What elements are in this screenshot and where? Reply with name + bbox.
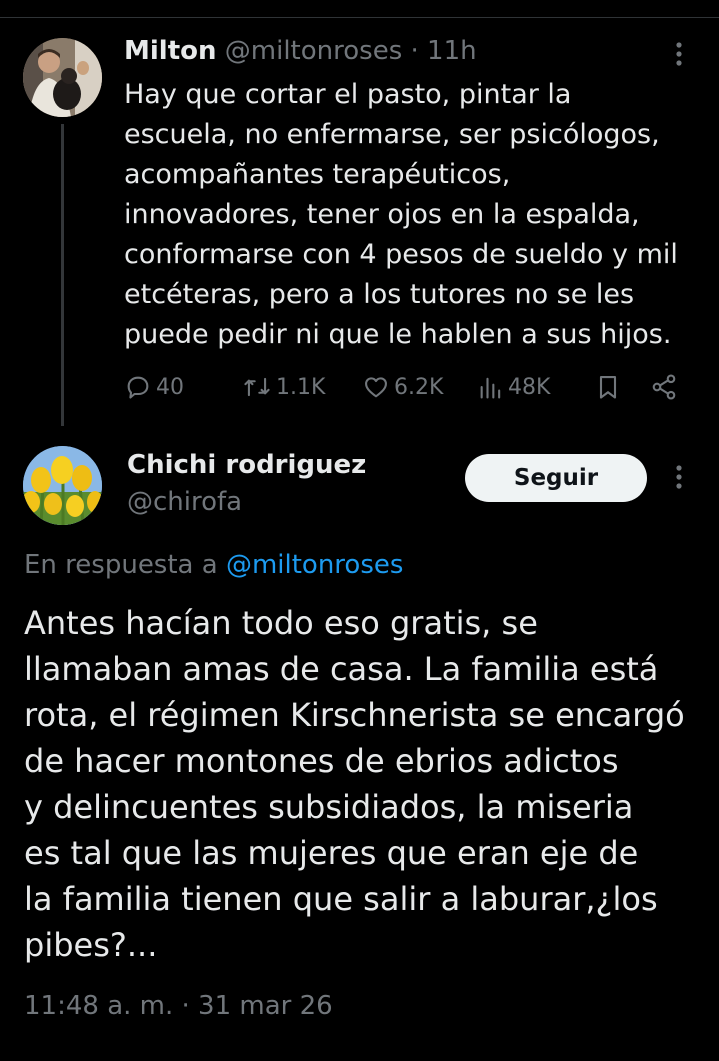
repost-arrows-icon — [244, 377, 270, 397]
views-button[interactable]: 48K — [478, 367, 550, 407]
like-count: 6.2K — [394, 374, 444, 400]
bar-chart-icon — [480, 377, 501, 399]
display-name[interactable]: Milton — [124, 36, 217, 66]
display-name[interactable]: Chichi rodriguez — [127, 448, 366, 482]
reply-prefix: En respuesta a — [24, 550, 218, 580]
reply-mention-link[interactable]: @miltonroses — [226, 550, 403, 580]
tweet-text: Hay que cortar el pasto, pintar la escue… — [124, 79, 678, 350]
share-button[interactable] — [650, 367, 678, 407]
avatar-photo — [23, 38, 102, 117]
tweet-timestamp[interactable]: 11:48 a. m. · 31 mar 26 — [24, 986, 333, 1026]
reply-count: 40 — [156, 374, 184, 400]
views-count: 48K — [508, 374, 551, 400]
avatar[interactable] — [23, 38, 102, 117]
tweet-header: Milton @miltonroses · 11h — [124, 34, 477, 68]
avatar-photo — [23, 446, 102, 525]
repost-count: 1.1K — [276, 374, 326, 400]
more-options-button[interactable] — [668, 40, 690, 70]
repost-button[interactable]: 1.1K — [242, 367, 325, 407]
bookmark-icon — [599, 376, 617, 399]
separator-dot: · — [410, 36, 419, 66]
heart-icon — [365, 377, 387, 398]
more-vertical-icon — [676, 42, 682, 66]
reply-button[interactable]: 40 — [124, 367, 184, 407]
top-divider — [0, 17, 719, 18]
follow-button[interactable]: Seguir — [465, 454, 647, 502]
like-button[interactable]: 6.2K — [362, 367, 443, 407]
tweet-text: Antes hacían todo eso gratis, se llamaba… — [24, 604, 685, 964]
bookmark-button[interactable] — [594, 367, 622, 407]
speech-bubble-icon — [127, 376, 149, 399]
avatar[interactable] — [23, 446, 102, 525]
reply-context: En respuesta a @miltonroses — [24, 547, 403, 583]
more-options-button[interactable] — [668, 463, 690, 493]
thread-line — [61, 124, 64, 426]
share-icon — [652, 374, 676, 400]
user-handle[interactable]: @chirofa — [127, 485, 242, 519]
user-handle[interactable]: @miltonroses — [225, 36, 402, 66]
tweet-time[interactable]: 11h — [427, 36, 477, 66]
more-vertical-icon — [676, 465, 682, 489]
